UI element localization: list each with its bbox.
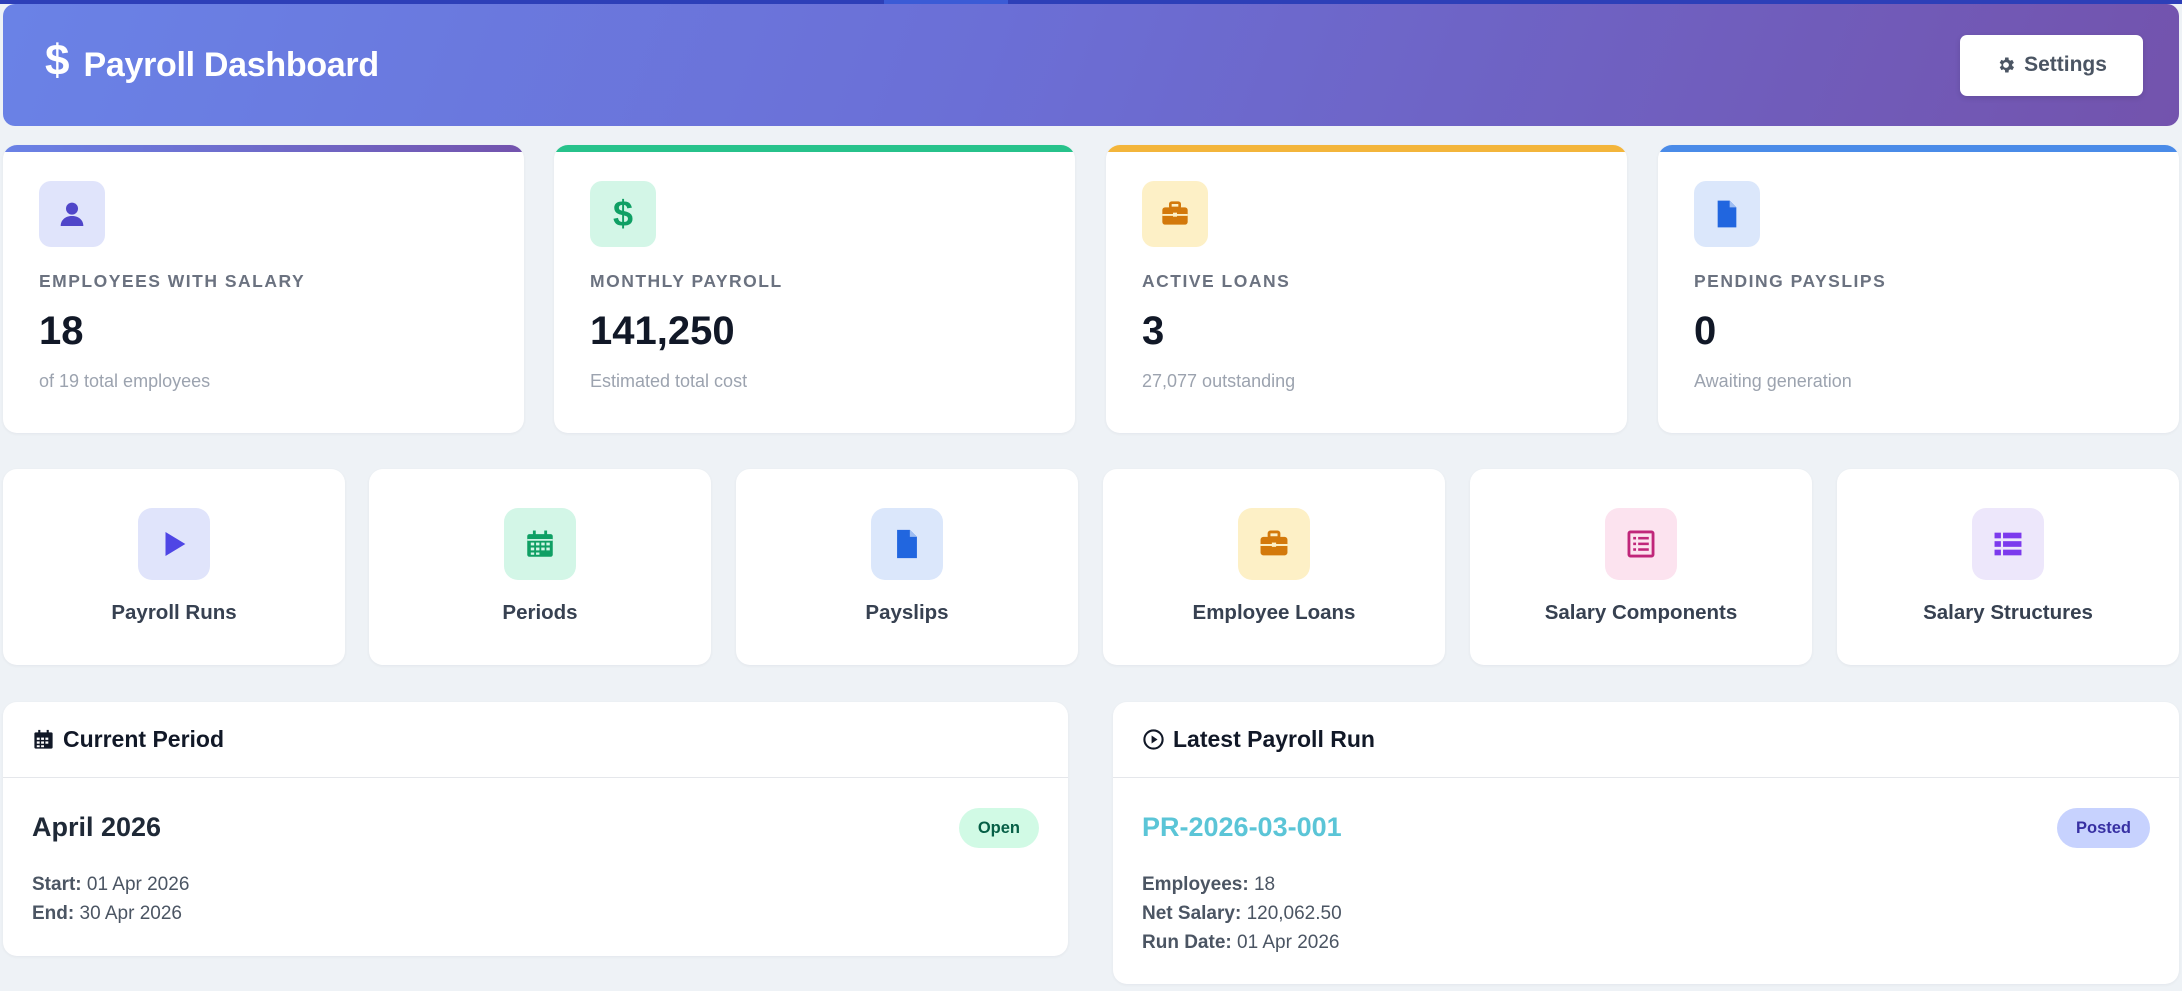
run-date: 01 Apr 2026 (1237, 932, 1340, 953)
quick-link-payroll-runs[interactable]: Payroll Runs (3, 469, 345, 665)
field-label: Employees: (1142, 874, 1249, 895)
stat-card-monthly-payroll: $ MONTHLY PAYROLL 141,250 Estimated tota… (554, 145, 1075, 433)
stat-accent-bar (1658, 145, 2179, 152)
period-name: April 2026 (32, 812, 162, 842)
stat-subtext: 27,077 outstanding (1142, 371, 1296, 391)
page-header: $ Payroll Dashboard Settings (3, 4, 2179, 126)
panel-header: Latest Payroll Run (1113, 702, 2179, 778)
stat-subtext: Awaiting generation (1694, 371, 1852, 391)
stat-value: 0 (1694, 309, 1717, 353)
list-alt-icon (1605, 508, 1677, 580)
stat-accent-bar (3, 145, 524, 152)
period-end-row: End: 30 Apr 2026 (32, 899, 189, 928)
quick-link-label: Periods (502, 601, 578, 624)
field-label: Run Date: (1142, 932, 1232, 953)
quick-link-employee-loans[interactable]: Employee Loans (1103, 469, 1445, 665)
quick-link-label: Employee Loans (1192, 601, 1356, 624)
briefcase-icon (1142, 181, 1208, 247)
calendar-icon (34, 729, 53, 749)
file-icon (1694, 181, 1760, 247)
period-start: 01 Apr 2026 (86, 874, 190, 895)
stat-value: 18 (39, 309, 84, 353)
gear-icon (1999, 57, 2015, 73)
quick-link-periods[interactable]: Periods (369, 469, 711, 665)
field-label: End: (32, 903, 75, 924)
quick-link-label: Salary Components (1544, 601, 1738, 624)
run-employees-row: Employees: 18 (1142, 870, 1342, 899)
stat-value: 3 (1142, 309, 1165, 353)
list-icon (1972, 508, 2044, 580)
current-period-panel: Current Period April 2026 Open Start: 01… (3, 702, 1068, 956)
stat-card-active-loans: ACTIVE LOANS 3 27,077 outstanding (1106, 145, 1627, 433)
quick-link-payslips[interactable]: Payslips (736, 469, 1078, 665)
run-date-row: Run Date: 01 Apr 2026 (1142, 928, 1342, 957)
quick-links-row: Payroll Runs Periods Payslips Employee L… (3, 469, 2179, 665)
period-details: Start: 01 Apr 2026 End: 30 Apr 2026 (32, 870, 189, 928)
stat-label: MONTHLY PAYROLL (590, 271, 783, 291)
status-badge: Open (958, 808, 1039, 848)
quick-link-salary-components[interactable]: Salary Components (1470, 469, 1812, 665)
calendar-icon (504, 508, 576, 580)
stat-value: 141,250 (590, 309, 735, 353)
stat-label: EMPLOYEES WITH SALARY (39, 271, 306, 291)
page-title: $ Payroll Dashboard (45, 39, 379, 85)
quick-link-salary-structures[interactable]: Salary Structures (1837, 469, 2179, 665)
panel-title: Current Period (63, 726, 225, 752)
stat-accent-bar (554, 145, 1075, 152)
quick-link-label: Payroll Runs (111, 601, 237, 624)
dollar-icon: $ (590, 181, 656, 247)
run-net-salary-row: Net Salary: 120,062.50 (1142, 899, 1342, 928)
stat-subtext: Estimated total cost (590, 371, 748, 391)
stat-subtext: of 19 total employees (39, 371, 211, 391)
dollar-icon: $ (45, 36, 70, 85)
stat-label: ACTIVE LOANS (1142, 271, 1291, 291)
stat-card-employees: EMPLOYEES WITH SALARY 18 of 19 total emp… (3, 145, 524, 433)
briefcase-icon (1238, 508, 1310, 580)
stat-card-pending-payslips: PENDING PAYSLIPS 0 Awaiting generation (1658, 145, 2179, 433)
status-badge: Posted (2056, 808, 2150, 848)
field-label: Start: (32, 874, 82, 895)
run-employees: 18 (1253, 874, 1276, 895)
play-icon (138, 508, 210, 580)
settings-button-label: Settings (2024, 53, 2107, 76)
quick-link-label: Salary Structures (1923, 601, 2093, 624)
settings-button[interactable]: Settings (1960, 34, 2143, 96)
user-icon (39, 181, 105, 247)
period-end: 30 Apr 2026 (79, 903, 182, 924)
period-start-row: Start: 01 Apr 2026 (32, 870, 189, 899)
stat-label: PENDING PAYSLIPS (1694, 271, 1887, 291)
payroll-run-link[interactable]: PR-2026-03-001 (1142, 812, 1342, 843)
page-title-text: Payroll Dashboard (83, 45, 379, 84)
file-icon (871, 508, 943, 580)
latest-payroll-run-panel: Latest Payroll Run PR-2026-03-001 Posted… (1113, 702, 2179, 984)
play-circle-icon (1143, 729, 1164, 750)
stats-row: EMPLOYEES WITH SALARY 18 of 19 total emp… (3, 145, 2179, 433)
run-net-salary: 120,062.50 (1246, 903, 1342, 924)
field-label: Net Salary: (1142, 903, 1242, 924)
quick-link-label: Payslips (865, 601, 949, 624)
panel-title: Latest Payroll Run (1173, 726, 1375, 752)
run-details: Employees: 18 Net Salary: 120,062.50 Run… (1142, 870, 1342, 957)
panel-header: Current Period (3, 702, 1068, 778)
stat-accent-bar (1106, 145, 1627, 152)
